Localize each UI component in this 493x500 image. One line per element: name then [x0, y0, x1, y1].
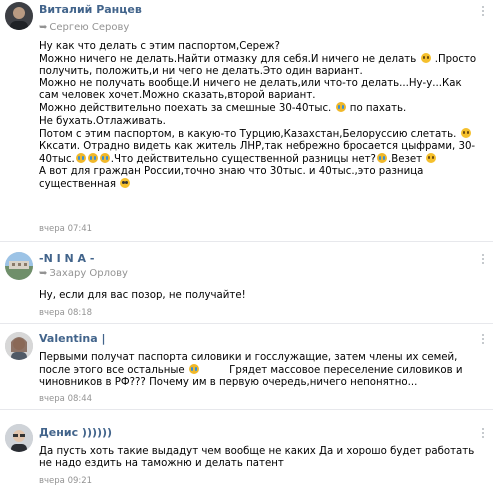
avatar[interactable]: [5, 424, 33, 452]
text-line: Потом с этим паспортом, в какую-то Турци…: [39, 127, 487, 141]
divider: [0, 323, 493, 324]
comment-time[interactable]: вчера 09:21: [39, 476, 92, 486]
comment-time[interactable]: вчера 07:41: [39, 224, 92, 234]
more-vertical-icon[interactable]: [481, 254, 485, 266]
text-line: после этого все остальные Грядет массово…: [39, 364, 463, 377]
more-vertical-icon[interactable]: [481, 6, 485, 18]
text-line: Кксати. Отрадно видеть как житель ЛНР,та…: [39, 140, 476, 152]
text-line: Первыми получат паспорта силовики и госс…: [39, 352, 458, 363]
avatar[interactable]: [5, 332, 33, 360]
crying-emoji-icon: [75, 152, 86, 163]
text-line: получить, положить,и ни чего не делать.Э…: [39, 66, 363, 78]
comment-text: Ну как что делать с этим паспортом,Сереж…: [39, 41, 487, 191]
text-line: Можно ничего не делать.Найти отмазку для…: [39, 53, 477, 66]
avatar[interactable]: [5, 2, 33, 30]
comment-time[interactable]: вчера 08:18: [39, 308, 92, 318]
reply-to[interactable]: ➥ Сергею Серову: [39, 22, 129, 33]
reply-to[interactable]: ➥ Захару Орлову: [39, 268, 128, 279]
text-line: чиновников в РФ??? Почему им в первую оч…: [39, 377, 418, 389]
divider: [0, 241, 493, 242]
comment-text: Да пусть хоть такие выдадут чем вообще н…: [39, 446, 487, 470]
sad-emoji-icon: [420, 53, 431, 64]
comment-author[interactable]: Виталий Ранцев: [39, 3, 142, 16]
avatar[interactable]: [5, 252, 33, 280]
text-line: Ну, если для вас позор, не получайте!: [39, 290, 246, 301]
text-line: Ну как что делать с этим паспортом,Сереж…: [39, 41, 280, 52]
text-line: существенная: [39, 178, 487, 191]
crying-emoji-icon: [87, 152, 98, 163]
reply-to-name: Сергею Серову: [49, 22, 130, 33]
comment-author[interactable]: Денис )))))): [39, 426, 112, 439]
shocked-emoji-icon: [120, 178, 131, 189]
comments-feed: Виталий Ранцев ➥ Сергею Серову Ну как что…: [0, 0, 493, 500]
crying-emoji-icon: [376, 152, 387, 163]
crying-emoji-icon: [99, 152, 110, 163]
comment-text: Ну, если для вас позор, не получайте!: [39, 290, 487, 302]
text-line: Не бухать.Отлаживать.: [39, 115, 166, 127]
reply-to-name: Захару Орлову: [49, 268, 128, 279]
text-line: Можно действительно поехать за смешные 3…: [39, 102, 407, 115]
text-line: не надо ездить на таможню и делать патен…: [39, 458, 284, 470]
comment-time[interactable]: вчера 08:44: [39, 394, 92, 404]
text-line: 40тыс. .Что действительно существенной ра…: [39, 152, 487, 166]
divider: [0, 409, 493, 410]
more-vertical-icon[interactable]: [481, 334, 485, 346]
text-line: Можно не получать вообще.И ничего не дел…: [39, 78, 462, 90]
text-line: А вот для граждан России,точно знаю что …: [39, 165, 424, 177]
reply-arrow-icon: ➥: [39, 22, 48, 33]
sad-emoji-icon: [426, 152, 437, 163]
more-vertical-icon[interactable]: [481, 428, 485, 440]
text-line: Да пусть хоть такие выдадут чем вообще н…: [39, 446, 475, 457]
comment-author[interactable]: Valentina |: [39, 332, 106, 345]
crying-emoji-icon: [188, 364, 199, 375]
sad-emoji-icon: [460, 127, 471, 138]
reply-arrow-icon: ➥: [39, 268, 48, 279]
comment-text: Первыми получат паспорта силовики и госс…: [39, 352, 487, 389]
text-line: сам человек хочет.Можно сказать,второй в…: [39, 90, 316, 102]
crying-emoji-icon: [335, 102, 346, 113]
comment-author[interactable]: -N I N A -: [39, 252, 94, 265]
